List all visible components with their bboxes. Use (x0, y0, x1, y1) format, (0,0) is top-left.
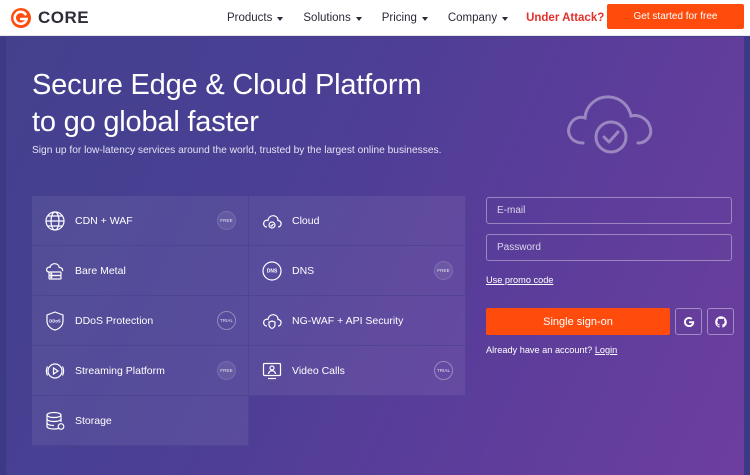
nav-pricing[interactable]: Pricing (382, 12, 428, 24)
account-text: Already have an account? (486, 345, 593, 355)
product-tile-cloud[interactable]: Cloud (249, 196, 466, 246)
sso-row: Single sign-on (486, 308, 734, 335)
under-attack-link[interactable]: Under Attack? (526, 12, 604, 24)
core-logo[interactable]: CORE (10, 7, 89, 29)
product-label: NG-WAF + API Security (292, 314, 404, 327)
dns-icon: DNS (262, 260, 282, 281)
product-grid: CDN + WAF FREE Cloud Bare Metal DNS DNS (32, 196, 466, 446)
product-tile-video-calls[interactable]: Video Calls TRIAL (249, 346, 466, 396)
logo-text: CORE (38, 8, 90, 27)
cloud-check-icon (567, 95, 653, 154)
globe-icon (45, 210, 65, 231)
nav-solutions[interactable]: Solutions (303, 12, 362, 24)
nav-products[interactable]: Products (227, 12, 284, 24)
chevron-down-icon (277, 16, 284, 21)
svg-text:DNS: DNS (267, 268, 278, 274)
video-calls-icon (262, 362, 282, 379)
nav-solutions-label: Solutions (303, 12, 351, 24)
email-field[interactable] (486, 197, 732, 224)
product-label: CDN + WAF (75, 214, 133, 227)
trial-badge: TRIAL (217, 311, 236, 330)
product-tile-storage[interactable]: Storage (32, 396, 249, 446)
product-tile-ddos-protection[interactable]: DDoS DDoS Protection TRIAL (32, 296, 249, 346)
cloud-icon (263, 214, 282, 229)
product-label: DNS (292, 264, 315, 277)
hero-title-line2: to go global faster (32, 106, 259, 138)
product-tile-bare-metal[interactable]: Bare Metal (32, 246, 249, 296)
top-navigation-bar: CORE Products Solutions Pricing Company … (0, 0, 750, 36)
storage-icon (46, 411, 65, 430)
free-badge: FREE (217, 361, 236, 380)
login-link[interactable]: Login (595, 345, 617, 355)
github-icon (714, 315, 727, 328)
hero-title-line1: Secure Edge & Cloud Platform (32, 69, 422, 101)
cloud-shield-icon (263, 313, 282, 329)
hero-title: Secure Edge & Cloud Platform to go globa… (32, 67, 422, 141)
product-tile-ng-waf[interactable]: NG-WAF + API Security (249, 296, 466, 346)
product-tile-cdn-waf[interactable]: CDN + WAF FREE (32, 196, 249, 246)
product-label: Video Calls (292, 364, 345, 377)
github-signin-button[interactable] (707, 308, 734, 335)
nav-products-label: Products (227, 12, 273, 24)
core-logo-icon (11, 8, 31, 28)
main-nav: Products Solutions Pricing Company Under… (227, 0, 604, 36)
get-started-button[interactable]: Get started for free (607, 4, 744, 29)
product-label: Streaming Platform (75, 364, 165, 377)
nav-company-label: Company (447, 12, 498, 24)
chevron-down-icon (355, 16, 362, 21)
bare-metal-icon (45, 262, 64, 280)
chevron-down-icon (502, 16, 509, 21)
hero-subtitle: Sign up for low-latency services around … (32, 145, 442, 156)
product-label: Cloud (292, 214, 320, 227)
trial-badge: TRIAL (434, 361, 453, 380)
nav-pricing-label: Pricing (381, 12, 417, 24)
hero-section: Secure Edge & Cloud Platform to go globa… (0, 37, 750, 475)
product-tile-streaming-platform[interactable]: Streaming Platform FREE (32, 346, 249, 396)
free-badge: FREE (217, 211, 236, 230)
chevron-down-icon (421, 16, 428, 21)
product-label: DDoS Protection (75, 314, 154, 327)
login-prompt: Already have an account? Login (486, 345, 617, 355)
play-icon (45, 362, 65, 379)
promo-code-link[interactable]: Use promo code (486, 275, 553, 285)
google-signin-button[interactable] (675, 308, 702, 335)
product-label: Storage (75, 414, 112, 427)
product-tile-dns[interactable]: DNS DNS FREE (249, 246, 466, 296)
ddos-shield-icon: DDoS (46, 310, 64, 331)
svg-text:DDoS: DDoS (49, 318, 61, 323)
google-icon (683, 316, 694, 327)
product-label: Bare Metal (75, 264, 126, 277)
nav-company[interactable]: Company (447, 12, 509, 24)
password-field[interactable] (486, 234, 732, 261)
signup-form: Use promo code Single sign-on Already ha… (486, 197, 734, 355)
single-sign-on-button[interactable]: Single sign-on (486, 308, 670, 335)
free-badge: FREE (434, 261, 453, 280)
